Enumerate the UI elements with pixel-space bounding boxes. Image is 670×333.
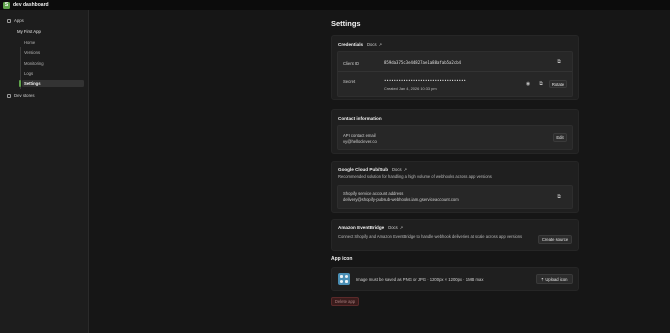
contact-card: Contact information API contact email vy… [331, 109, 579, 154]
sidebar-item-logs[interactable]: Logs [22, 70, 84, 77]
secret-label: Secret [343, 79, 356, 84]
icon-hint: Image must be saved as PNG or JPG · 1200… [356, 277, 484, 282]
app-icon-preview [338, 273, 350, 285]
eventbridge-title: Amazon EventBridge Docs ↗ [338, 225, 403, 230]
created-text: Created Jan 4, 2026 10:33 pm [384, 86, 437, 91]
sidebar-app-name[interactable]: My First App [17, 29, 41, 34]
eye-icon[interactable]: ◉ [524, 80, 532, 88]
docs-link[interactable]: Docs ↗ [367, 42, 382, 47]
upload-icon-button[interactable]: ⤒ Upload icon [536, 274, 573, 284]
rotate-button[interactable]: Rotate [549, 80, 567, 88]
shopify-logo-icon[interactable]: S [3, 1, 10, 9]
sidebar-item-label: Settings [24, 81, 41, 86]
credentials-box: Client ID 859da375c3e44827ae1a88afab5a2c… [337, 51, 573, 97]
upload-label: Upload icon [545, 276, 568, 282]
app-name-label: My First App [17, 29, 41, 34]
sidebar-item-label: Apps [14, 18, 24, 23]
divider [338, 71, 572, 72]
sidebar-item-home[interactable]: Home [22, 39, 84, 46]
sidebar-item-monitoring[interactable]: Monitoring [22, 60, 84, 67]
email-label: API contact email [343, 133, 376, 138]
apps-grid-icon [7, 18, 11, 23]
sidebar: Apps My First App Home Versions Monitori… [0, 10, 89, 333]
pubsub-box: Shopify service account address delivery… [337, 185, 573, 209]
card-title-text: Amazon EventBridge [338, 225, 385, 230]
sidebar-item-label: Monitoring [24, 61, 44, 66]
edit-button[interactable]: Edit [553, 133, 567, 142]
eventbridge-card: Amazon EventBridge Docs ↗ Connect Shopify… [331, 219, 579, 251]
create-source-button[interactable]: Create source [538, 235, 572, 244]
eventbridge-description: Connect Shopify and Amazon EventBridge t… [338, 234, 523, 239]
sidebar-item-label: Logs [24, 71, 34, 76]
docs-label: Docs [388, 225, 398, 230]
service-account-value[interactable]: delivery@shopify-pubsub-webhooks.iam.gse… [343, 197, 459, 202]
delete-app-button[interactable]: Delete app [331, 297, 359, 306]
docs-label: Docs [392, 167, 402, 172]
sidebar-item-dev-stores[interactable]: Dev stores [7, 93, 35, 98]
copy-icon[interactable]: ⧉ [537, 80, 545, 88]
credentials-card: Credentials Docs ↗ Client ID 859da375c3e4… [331, 35, 579, 100]
contact-box: API contact email vy@helloclever.co Edit [337, 125, 573, 150]
contact-title: Contact information [338, 116, 382, 121]
pubsub-description: Recommended solution for handling a high… [338, 174, 492, 179]
sidebar-item-label: Versions [24, 50, 41, 55]
top-bar: S dev dashboard [0, 0, 670, 10]
pubsub-title: Google Cloud Pub/Sub Docs ↗ [338, 167, 407, 172]
external-link-icon: ↗ [378, 42, 382, 47]
docs-link[interactable]: Docs ↗ [392, 167, 407, 172]
sidebar-item-versions[interactable]: Versions [22, 49, 84, 56]
secret-value[interactable]: •••••••••••••••••••••••••••••••••• [384, 78, 466, 83]
active-indicator [19, 80, 21, 87]
card-title-text: Credentials [338, 42, 364, 47]
sidebar-item-label: Dev stores [14, 93, 35, 98]
app-icon-title: App icon [331, 256, 353, 262]
email-value: vy@helloclever.co [343, 139, 377, 144]
client-id-label: Client ID [343, 61, 360, 66]
pubsub-card: Google Cloud Pub/Sub Docs ↗ Recommended s… [331, 161, 579, 213]
credentials-title: Credentials Docs ↗ [338, 42, 382, 47]
sidebar-item-settings[interactable]: Settings [22, 80, 84, 87]
external-link-icon: ↗ [403, 167, 407, 172]
docs-link[interactable]: Docs ↗ [388, 225, 403, 230]
store-icon [7, 93, 11, 98]
app-icon-card: Image must be saved as PNG or JPG · 1200… [331, 267, 579, 291]
copy-icon[interactable]: ⧉ [555, 193, 563, 201]
client-id-value[interactable]: 859da375c3e44827ae1a88afab5a2cb4 [384, 60, 461, 65]
card-title-text: Google Cloud Pub/Sub [338, 167, 389, 172]
sidebar-item-label: Home [24, 40, 36, 45]
page-title: Settings [331, 19, 361, 28]
docs-label: Docs [367, 42, 377, 47]
sidebar-item-apps[interactable]: Apps [7, 18, 24, 23]
app-title[interactable]: dev dashboard [13, 2, 49, 8]
external-link-icon: ↗ [399, 225, 404, 230]
service-account-label: Shopify service account address [343, 191, 404, 196]
copy-icon[interactable]: ⧉ [555, 58, 563, 66]
upload-icon: ⤒ [541, 276, 544, 282]
